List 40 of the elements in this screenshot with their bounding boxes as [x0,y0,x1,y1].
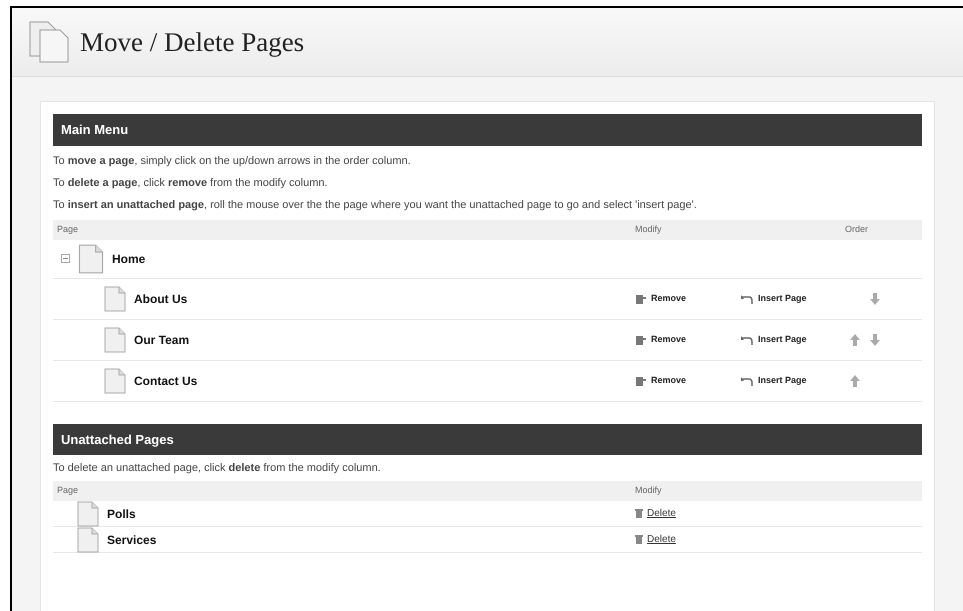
column-header: Modify [635,222,663,236]
remove-button[interactable]: Remove [635,332,740,346]
trash-icon [635,509,643,518]
undo-arrow-icon [740,374,754,386]
page-name: Home [112,250,146,268]
up-arrow-icon[interactable] [849,374,861,388]
page-title: Move / Delete Pages [80,26,304,59]
instruction-text: To delete a page, click remove from the modify column. [53,176,329,190]
column-header: Modify [635,484,662,498]
remove-button[interactable]: Remove [635,292,740,306]
column-header: Page [57,222,80,236]
insert-page-button[interactable]: Insert Page [740,374,845,388]
page-name: Polls [107,506,136,522]
section-header: Unattached Pages [53,424,922,455]
column-header: Order [845,222,868,236]
page-name: Contact Us [134,372,198,390]
section-header: Main Menu [53,114,922,146]
page-icon [104,368,126,394]
instruction-text: To delete an unattached page, click delete from the modify column. [53,461,382,476]
up-arrow-icon[interactable] [849,332,861,346]
trash-icon [635,535,643,544]
page-name: Our Team [134,332,190,348]
instruction-text: To insert an unattached page, roll the mouse over the the page where you want the unattached page to go and select 'insert page'. [53,198,698,212]
undo-arrow-icon [740,292,754,304]
page-icon [104,286,126,312]
page-name: About Us [134,290,188,308]
delete-link[interactable]: Delete [647,506,676,521]
page-name: Services [107,532,156,548]
insert-page-button[interactable]: Insert Page [740,332,845,346]
down-arrow-icon[interactable] [869,332,881,346]
column-header: Page [57,484,80,498]
down-arrow-icon[interactable] [869,292,881,306]
undo-arrow-icon [740,334,754,346]
delete-link[interactable]: Delete [647,532,676,547]
page-icon [104,326,126,352]
instruction-text: To move a page, simply click on the up/down arrows in the order column. [53,154,412,168]
remove-button[interactable]: Remove [635,374,740,388]
collapse-icon[interactable] [61,254,70,263]
insert-page-button[interactable]: Insert Page [740,292,845,306]
page-icon [78,244,104,274]
